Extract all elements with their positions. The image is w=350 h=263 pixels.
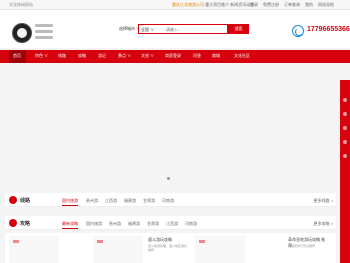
tab-guides-fujian[interactable]: 福建游: [128, 221, 140, 227]
nav-item-culture[interactable]: 文创 ∨: [141, 53, 154, 59]
search-box: 全国 ∨: [138, 24, 228, 34]
tab-gansu[interactable]: 甘肃游: [143, 198, 155, 204]
guides-section-header: 攻略 最新攻略 国内旅游 贵州游 福建游 甘肃游 江西游 河南游 更多攻略 >: [5, 216, 336, 230]
main-nav: 首页 特色 ∨ 线路 攻略 游记 景点 ∨ 文创 ∨ 商家登录 问答 商城 文化…: [0, 50, 350, 63]
tab-guides-domestic[interactable]: 国内旅游: [86, 221, 102, 227]
guide-card-desc: 行程安排与景点推荐: [288, 244, 316, 248]
search-button[interactable]: 搜索: [228, 24, 249, 34]
top-bar: 文化休闲网站 重庆江北旅游公司 重大项目推介 新闻资讯动态 登录 免费注册 订单…: [0, 0, 350, 10]
notice-text: 重庆江北旅游公司 重大项目推介 新闻资讯动态: [172, 2, 254, 7]
nav-item-travelogues[interactable]: 游记: [98, 53, 106, 59]
tab-guides-jiangxi[interactable]: 江西游: [166, 221, 178, 227]
my-link[interactable]: 我的: [305, 2, 313, 7]
logo-text-image: [35, 24, 57, 41]
guides-title: 攻略: [20, 221, 31, 227]
nav-item-attractions[interactable]: 景点 ∨: [118, 53, 131, 59]
qq-icon[interactable]: [343, 112, 347, 116]
nav-item-home[interactable]: 首页: [13, 53, 21, 59]
tab-guizhou[interactable]: 贵州游: [86, 198, 98, 204]
city-select[interactable]: 选择城市 ∨: [119, 26, 140, 32]
service-icon[interactable]: [343, 98, 347, 102]
carousel-dot[interactable]: [167, 177, 170, 180]
hotline-number: 17796655366: [307, 26, 350, 33]
phone-side-icon[interactable]: [343, 126, 347, 130]
guide-card-image[interactable]: [195, 236, 245, 263]
search-category-select[interactable]: 全国 ∨: [141, 27, 154, 33]
nav-item-guides[interactable]: 攻略: [78, 53, 86, 59]
nav-item-mall[interactable]: 商城: [212, 53, 220, 59]
tab-guides-gansu[interactable]: 甘肃游: [147, 221, 159, 227]
back-top-icon[interactable]: [343, 154, 347, 158]
wechat-icon[interactable]: [343, 140, 347, 144]
tab-guides-guizhou[interactable]: 贵州游: [109, 221, 121, 227]
welcome-text: 文化休闲网站: [9, 2, 33, 7]
tab-latest[interactable]: 最新攻略: [62, 221, 78, 229]
nav-item-community[interactable]: 文化社区: [234, 53, 250, 59]
guide-card-image[interactable]: [93, 236, 143, 263]
login-link[interactable]: 登录: [250, 2, 258, 7]
nav-item-qa[interactable]: 问答: [193, 53, 201, 59]
floating-sidebar: [340, 80, 350, 263]
phone-icon: [292, 25, 304, 37]
nav-item-routes[interactable]: 线路: [58, 53, 66, 59]
site-nav-link[interactable]: 网站导航: [318, 2, 334, 7]
tab-jiangxi[interactable]: 江西游: [105, 198, 117, 204]
notice-rest: 重大项目推介 新闻资讯动态: [205, 2, 255, 7]
card-tag: [13, 240, 19, 243]
search-input[interactable]: [166, 26, 226, 33]
nav-item-features[interactable]: 特色 ∨: [35, 53, 48, 59]
tab-henan[interactable]: 河南游: [162, 198, 174, 204]
routes-icon: [9, 196, 17, 204]
guide-card-desc: 遵义旅游攻略，遵义地区游玩推荐: [148, 244, 188, 252]
top-links: 登录 免费注册 订单查询 我的 网站导航: [250, 2, 334, 7]
guides-content: 遵义游玩攻略 遵义旅游攻略，遵义地区游玩推荐 革命圣地游玩攻略 推荐 行程安排与…: [5, 233, 336, 263]
tab-domestic[interactable]: 国内旅游: [62, 198, 78, 206]
routes-section-header: 线路 国内旅游 贵州游 江西游 福建游 甘肃游 河南游 更多线路 >: [5, 193, 336, 207]
guide-card-title[interactable]: 遵义游玩攻略: [148, 237, 188, 243]
card-tag: [199, 240, 205, 243]
guides-icon: [9, 219, 17, 227]
notice-highlight[interactable]: 重庆江北旅游公司: [172, 2, 204, 7]
banner-area: [0, 63, 350, 188]
guides-more-link[interactable]: 更多攻略 >: [314, 221, 333, 227]
routes-more-link[interactable]: 更多线路 >: [314, 198, 333, 204]
card-tag: [97, 240, 103, 243]
nav-item-merchant-login[interactable]: 商家登录: [165, 53, 181, 59]
tab-guides-henan[interactable]: 河南游: [185, 221, 197, 227]
logo-icon[interactable]: [12, 23, 32, 43]
routes-title: 线路: [20, 198, 31, 204]
register-link[interactable]: 免费注册: [263, 2, 279, 7]
tab-fujian[interactable]: 福建游: [124, 198, 136, 204]
guide-card-image[interactable]: [9, 236, 59, 263]
order-link[interactable]: 订单查询: [284, 2, 300, 7]
